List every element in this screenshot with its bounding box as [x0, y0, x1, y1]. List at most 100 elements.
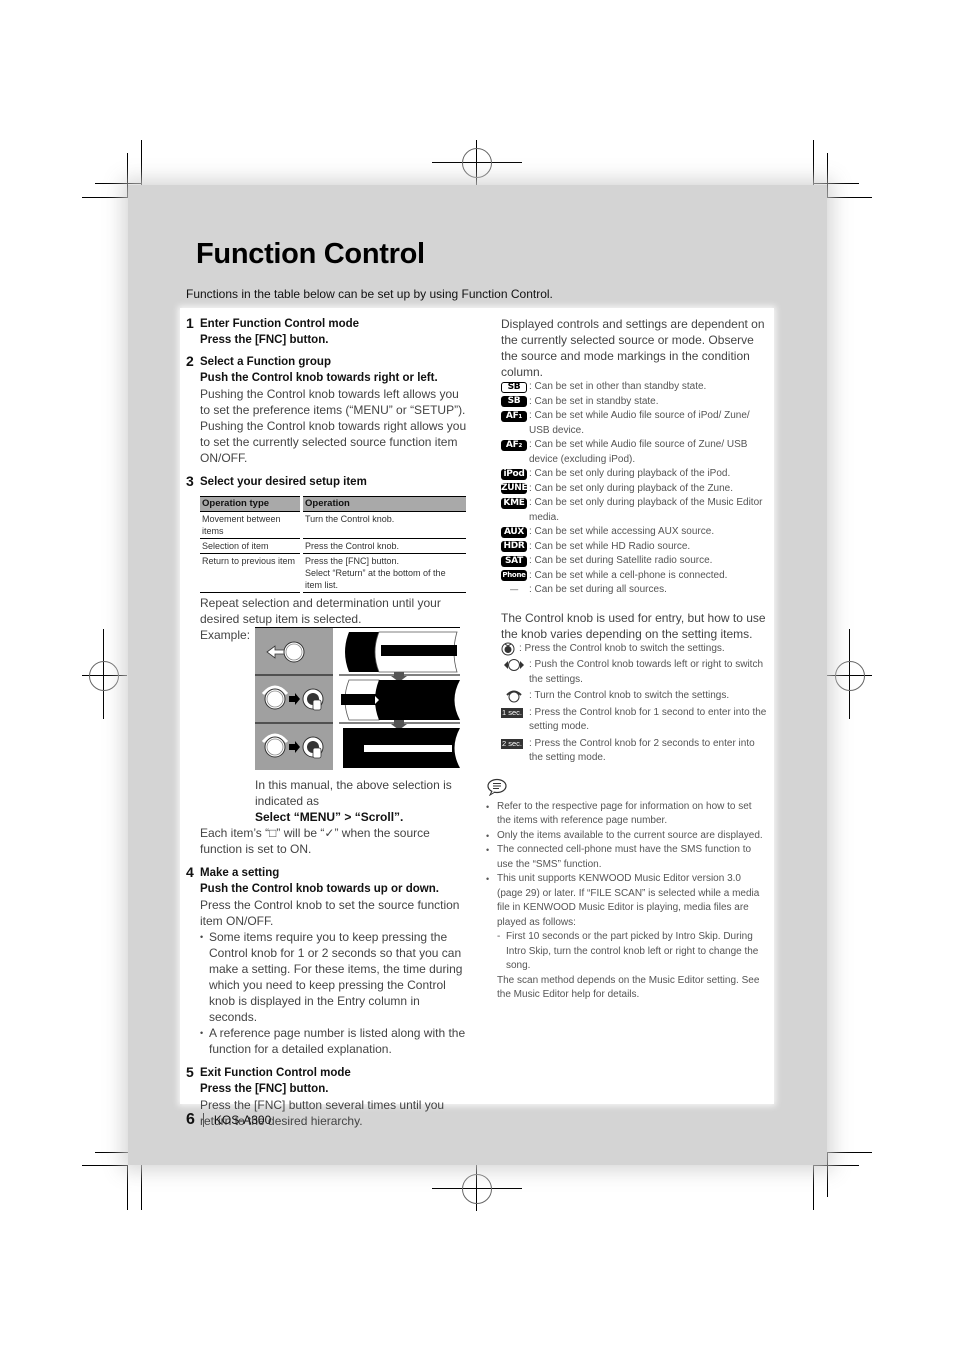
registration-circle	[835, 661, 865, 691]
legend-text: : Can be set during all sources.	[529, 584, 667, 595]
page-number: 6	[186, 1111, 195, 1128]
sat-badge-icon: SAT	[501, 555, 527, 567]
select-path: Select “MENU” > “Scroll”.	[255, 810, 404, 824]
crop-mark	[827, 153, 828, 198]
phone-badge-icon: Phone	[501, 570, 527, 581]
table-row: Return to previous item Press the [FNC] …	[200, 553, 466, 593]
all-sources-dash-icon: —	[509, 584, 519, 595]
table-cell: Selection of item	[200, 538, 303, 554]
menu-scroll-display	[345, 631, 458, 673]
table-cell: Turn the Control knob.	[301, 511, 466, 539]
arrow-right-icon	[289, 693, 300, 705]
bullet-item: Some items require you to keep pressing …	[200, 929, 468, 1025]
step-title: Enter Function Control mode	[200, 318, 360, 330]
knob-operations-legend: : Press the Control knob to switch the s…	[501, 642, 767, 766]
af1-badge-icon: AF₁	[501, 410, 527, 422]
footer-divider	[202, 1113, 204, 1127]
step-instruction: Push the Control knob towards right or l…	[200, 372, 438, 384]
af2-badge-icon: AF₂	[501, 439, 527, 451]
knob-text: : Turn the Control knob to switch the se…	[529, 690, 730, 701]
table-cell: Return to previous item	[200, 553, 303, 593]
knob-push-left-right-icon	[501, 658, 527, 672]
note-icon	[486, 778, 508, 800]
knob-text: : Push the Control knob towards left or …	[529, 659, 763, 685]
legend-row: SB: Can be set in other than standby sta…	[501, 380, 767, 395]
legend-text: : Can be set while HD Radio source.	[529, 540, 691, 552]
table-cell: Press the Control knob.	[301, 538, 466, 554]
table-row: Movement between items Turn the Control …	[200, 511, 466, 539]
note-item: Only the items available to the current …	[486, 829, 767, 844]
table-header-row: Operation type Operation	[200, 496, 466, 512]
crop-mark	[827, 197, 872, 198]
knob-row: : Turn the Control knob to switch the se…	[501, 689, 767, 704]
arrow-right-icon	[289, 741, 300, 753]
legend-text: : Can be set during Satellite radio sour…	[529, 555, 713, 566]
knob-press-icon	[302, 688, 324, 711]
right-column: Displayed controls and settings are depe…	[486, 316, 767, 1003]
legend-row: — : Can be set during all sources.	[501, 583, 767, 598]
knob-text: : Press the Control knob for 2 seconds t…	[529, 737, 755, 764]
table-cell-line: Press the [FNC] button.	[305, 556, 400, 566]
legend-row: SB: Can be set in standby state.	[501, 395, 767, 410]
menu-scroll-display	[341, 679, 460, 721]
note-item: The connected cell-phone must have the S…	[486, 843, 767, 872]
crop-mark	[827, 1152, 872, 1153]
crop-mark	[813, 1165, 859, 1166]
step-title: Exit Function Control mode	[200, 1067, 351, 1079]
legend-row: Phone: Can be set while a cell-phone is …	[501, 569, 767, 584]
page-title: Function Control	[196, 238, 425, 270]
left-column: 1 Enter Function Control mode Press the …	[186, 315, 468, 1135]
legend-text: : Can be set only during playback of the…	[529, 468, 731, 479]
legend-row: HDR: Can be set while HD Radio source.	[501, 540, 767, 555]
crop-mark	[141, 140, 142, 187]
step-2: 2 Select a Function group Push the Contr…	[186, 353, 468, 466]
registration-circle	[89, 661, 119, 691]
note-item: This unit supports KENWOOD Music Editor …	[486, 872, 767, 930]
sb-filled-badge-icon: SB	[501, 396, 527, 407]
legend-text: : Can be set in standby state.	[529, 395, 659, 407]
step-number: 1	[186, 315, 194, 331]
knob-turn-icon	[261, 685, 289, 710]
knob-operation-diagram	[255, 627, 460, 770]
manual-note: In this manual, the above selection is i…	[255, 778, 452, 808]
crop-mark	[813, 140, 814, 187]
operations-table: Operation type Operation Movement betwee…	[200, 496, 466, 593]
sb-outline-badge-icon: SB	[501, 381, 527, 393]
knob-actions-svg	[255, 641, 333, 759]
crop-mark	[82, 1165, 128, 1166]
note-continuation: First 10 seconds or the part picked by I…	[486, 930, 767, 1003]
condition-legend: SB: Can be set in other than standby sta…	[501, 380, 767, 598]
step-4-bullets: Some items require you to keep pressing …	[200, 929, 468, 1057]
knob-row: : Push the Control knob towards left or …	[501, 658, 767, 687]
hdr-badge-icon: HDR	[501, 541, 527, 552]
knob-row: 2 sec. : Press the Control knob for 2 se…	[501, 737, 767, 766]
knob-row: 1 sec. : Press the Control knob for 1 se…	[501, 706, 767, 735]
step-title: Select a Function group	[200, 356, 331, 368]
table-cell-line: Select “Return” at the bottom of the ite…	[305, 568, 446, 590]
display-menu-svg	[339, 631, 460, 768]
crop-mark	[813, 183, 859, 184]
2-sec-badge: 2 sec.	[501, 738, 523, 749]
knob-actions-panel	[255, 628, 333, 770]
ipod-badge-icon: iPod	[501, 468, 527, 480]
example-label: Example:	[200, 628, 251, 642]
page-footer: 6 KOS-A300	[186, 1111, 271, 1129]
step-title: Make a setting	[200, 867, 280, 879]
crop-mark	[82, 197, 128, 198]
display-menu-panel	[339, 628, 460, 770]
aux-badge-icon: AUX	[501, 526, 527, 538]
column-header: Operation	[301, 496, 466, 512]
step-body: Press the Control knob to set the source…	[200, 898, 460, 928]
legend-text: : Can be set while a cell-phone is conne…	[529, 569, 728, 581]
legend-row: AF₂: Can be set while Audio file source …	[501, 438, 767, 467]
registration-circle	[462, 148, 492, 178]
registration-circle	[462, 1174, 492, 1204]
table-cell: Movement between items	[200, 511, 303, 539]
step-number: 5	[186, 1064, 194, 1080]
step-3: 3 Select your desired setup item Operati…	[186, 473, 468, 857]
knob-text: : Press the Control knob to switch the s…	[519, 642, 725, 654]
knob-row: : Press the Control knob to switch the s…	[501, 642, 767, 657]
page-intro: Functions in the table below can be set …	[186, 287, 553, 301]
knob-push-left-icon	[266, 641, 305, 663]
crop-mark	[827, 1152, 828, 1197]
